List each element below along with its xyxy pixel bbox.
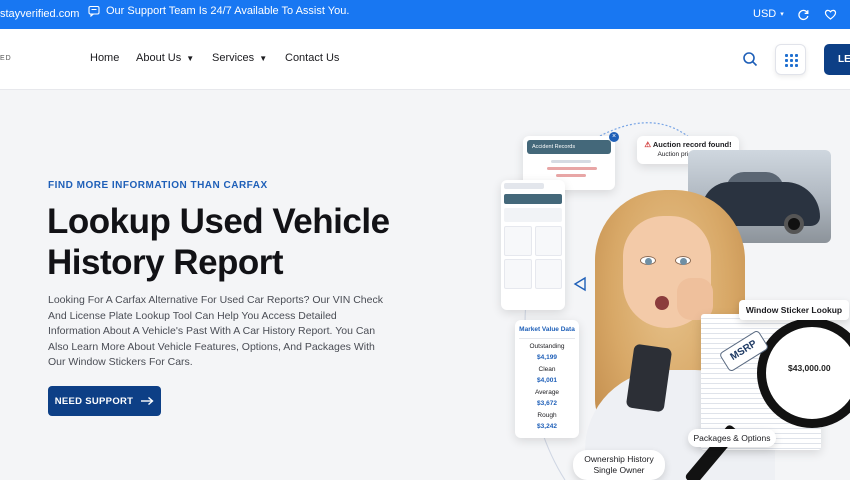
site-domain[interactable]: stayverified.com: [0, 8, 79, 20]
close-icon: ×: [609, 132, 619, 142]
support-notice: Our Support Team Is 24/7 Available To As…: [88, 5, 349, 17]
hero-kicker: FIND MORE INFORMATION THAN CARFAX: [48, 180, 268, 191]
chevron-down-icon: ▼: [186, 53, 195, 63]
packages-options-pill: Packages & Options: [688, 429, 776, 447]
nav-services-label: Services: [212, 52, 255, 64]
support-text: Our Support Team Is 24/7 Available To As…: [106, 5, 350, 17]
grid-icon: [785, 54, 798, 67]
refresh-icon[interactable]: [797, 8, 810, 21]
nav-services[interactable]: Services ▼: [212, 52, 267, 64]
mv-price: $4,199: [537, 354, 557, 361]
main-navbar: ED Home About Us ▼ Services ▼ Contact Us…: [0, 29, 850, 90]
currency-label: USD: [753, 8, 777, 20]
nav-about-us[interactable]: About Us ▼: [136, 52, 194, 64]
window-sticker-pill: Window Sticker Lookup: [739, 300, 849, 320]
need-support-button[interactable]: NEED SUPPORT: [48, 386, 161, 416]
nav-home[interactable]: Home: [90, 52, 119, 64]
mv-label: Rough: [537, 411, 557, 419]
chevron-down-icon: ▾: [780, 11, 784, 18]
mv-price: $4,001: [537, 377, 557, 384]
market-value-title: Market Value Data: [519, 324, 575, 339]
top-bar: stayverified.com Our Support Team Is 24/…: [0, 0, 850, 29]
nav-contact-us[interactable]: Contact Us: [285, 52, 339, 64]
market-value-card: Market Value Data Outstanding $4,199 Cle…: [515, 320, 579, 438]
woman-eye: [640, 256, 656, 265]
hero-illustration: Accident Records × ⚠ Auction record foun…: [495, 118, 850, 480]
arrow-right-icon: [141, 396, 154, 406]
heart-icon[interactable]: [824, 8, 837, 21]
mv-price: $3,242: [537, 423, 557, 430]
nav-about-label: About Us: [136, 52, 182, 64]
apps-grid-button[interactable]: [775, 44, 806, 75]
accident-records-title: Accident Records: [532, 144, 576, 150]
woman-eye: [675, 256, 691, 265]
ownership-title: Ownership History: [584, 454, 654, 464]
chat-icon: [88, 5, 100, 17]
woman-mouth: [655, 296, 669, 310]
accident-records-header: Accident Records: [527, 140, 611, 154]
nav-contact-label: Contact Us: [285, 52, 340, 64]
report-phone-card: [501, 180, 565, 310]
chevron-down-icon: ▼: [259, 53, 268, 63]
header-cta-button[interactable]: LE: [824, 44, 850, 75]
mv-label: Outstanding: [529, 342, 565, 350]
warning-icon: ⚠: [644, 140, 652, 149]
currency-selector[interactable]: USD ▾: [753, 8, 784, 20]
mv-price: $3,672: [537, 400, 557, 407]
nav-home-label: Home: [90, 52, 120, 64]
mv-label: Average: [534, 388, 560, 396]
msrp-value: $43,000.00: [788, 363, 831, 373]
hero-description: Looking For A Carfax Alternative For Use…: [48, 294, 383, 368]
logo[interactable]: ED: [0, 55, 12, 62]
mv-label: Clean: [538, 365, 556, 373]
auction-title: Auction record found!: [652, 140, 732, 149]
search-icon[interactable]: [742, 51, 758, 67]
hero-title: Lookup Used Vehicle History Report: [47, 202, 390, 282]
ownership-value: Single Owner: [593, 465, 645, 475]
ownership-history-pill: Ownership History Single Owner: [573, 450, 665, 480]
need-support-label: NEED SUPPORT: [54, 395, 134, 407]
